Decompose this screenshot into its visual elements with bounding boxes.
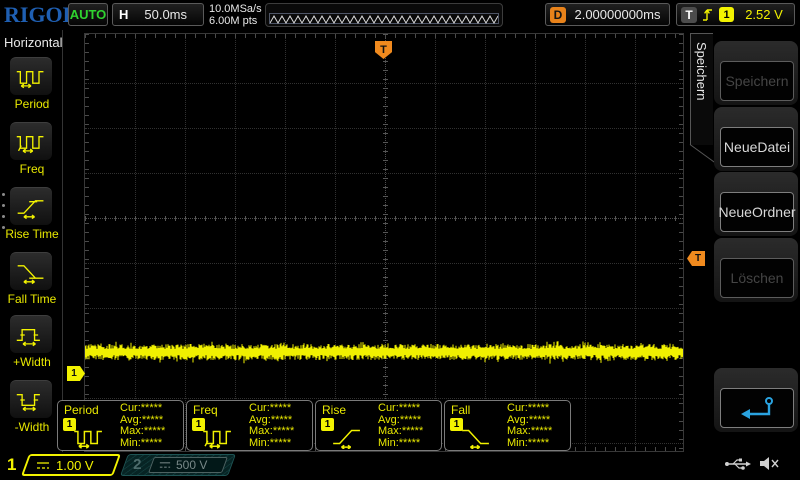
top-status-bar: RIGOL AUTO H 50.0ms 10.0MSa/s 6.00M pts … [0,0,800,30]
ruler-left [85,34,89,451]
measurement-values: Cur:***** Avg:***** Max:***** Min:***** [378,402,424,449]
graticule [84,33,684,452]
menu-scroll-indicator [2,193,6,237]
channel1-trace [85,341,683,364]
return-arrow-icon [741,397,773,419]
gridline [135,34,136,451]
trigger-source-badge: 1 [719,7,734,22]
softkey-save[interactable]: Speichern [714,41,798,105]
left-menu-separator [62,30,63,452]
horizontal-timebase-box[interactable]: H 50.0ms [112,3,204,26]
gridline [585,34,586,451]
memory-window [269,13,499,25]
gridline [185,34,186,451]
ruler-right [679,34,683,451]
dc-coupling-icon [37,461,49,469]
measurement-values: Cur:***** Avg:***** Max:***** Min:***** [507,402,553,449]
bottom-status-bar: 1 1.00 V 2 500 V [0,452,800,480]
channel1-offset-marker[interactable]: 1 [67,366,85,381]
channel1-box: 1.00 V [20,454,122,476]
measurement-panel-fall: Fall 1 Cur:***** Avg:***** Max:***** Min… [444,400,571,451]
measurement-panel-period: Period 1 Cur:***** Avg:***** Max:***** M… [57,400,184,451]
trigger-level-marker[interactable]: T [687,251,705,266]
center-axis-ticks-horizontal [85,216,683,221]
menu-tab-edge [689,144,715,163]
gridline [435,34,436,451]
measurement-panel-rise: Rise 1 Cur:***** Avg:***** Max:***** Min… [315,400,442,451]
trigger-delay-box[interactable]: D 2.00000000ms [545,3,670,26]
period-icon [10,57,52,95]
trigger-level-value: 2.52 V [745,7,783,22]
channel1-scale: 1.00 V [56,457,94,473]
horizontal-label: H [119,7,129,22]
gridline [285,34,286,451]
softkey-new-folder[interactable]: NeueOrdner [714,172,798,236]
center-axis-ticks-vertical [383,34,388,451]
sample-rate-block: 10.0MSa/s 6.00M pts [209,3,262,27]
timebase-value: 50.0ms [144,7,188,22]
softkey-delete[interactable]: Löschen [714,238,798,302]
channel2-inner-box: 500 V [148,457,228,473]
menu-tab: Speichern [690,33,713,145]
rising-edge-icon [703,9,712,21]
channel2-box: 2 500 V [119,454,237,476]
status-icons [724,456,779,471]
measurement-values: Cur:***** Avg:***** Max:***** Min:***** [249,402,295,449]
memory-waveform-icon [270,14,498,25]
dc-coupling-icon [159,462,171,468]
fall-time-icon [10,252,52,290]
menu-tab-label: Speichern [694,42,709,101]
gridline [635,34,636,451]
measurement-values: Cur:***** Avg:***** Max:***** Min:***** [120,402,166,449]
gridline [335,34,336,451]
gridline [485,34,486,451]
softkey-new-file[interactable]: NeueDatei [714,107,798,171]
trigger-status-box[interactable]: T 1 2.52 V [676,3,795,26]
channel2-scale: 500 V [176,458,208,472]
speaker-muted-icon [760,457,779,470]
fall-icon [457,425,495,449]
channel1-number: 1 [7,455,17,474]
freq-icon [10,122,52,160]
usb-icon [725,458,751,470]
sample-rate: 10.0MSa/s [209,3,262,15]
oscilloscope-screen: RIGOL AUTO H 50.0ms 10.0MSa/s 6.00M pts … [0,0,800,480]
rise-icon [328,425,366,449]
pos-width-icon [10,315,52,353]
measurement-panel-freq: Freq 1 Cur:***** Avg:***** Max:***** Min… [186,400,313,451]
trigger-badge: T [681,6,697,23]
memory-depth: 6.00M pts [209,15,258,27]
freq-icon [199,425,237,449]
rise-time-icon [10,187,52,225]
delay-value: 2.00000000ms [574,7,661,22]
left-menu-title: Horizontal [4,35,63,50]
gridline [235,34,236,451]
rigol-logo: RIGOL [4,2,78,27]
acquisition-status: AUTO [68,3,108,26]
delay-badge: D [550,6,566,23]
acquisition-status-label: AUTO [69,7,107,22]
channel2-number: 2 [133,456,142,473]
gridline [535,34,536,451]
softkey-return[interactable] [714,368,798,432]
period-icon [70,425,108,449]
waveform-memory-preview: T [265,3,654,27]
neg-width-icon [10,380,52,418]
